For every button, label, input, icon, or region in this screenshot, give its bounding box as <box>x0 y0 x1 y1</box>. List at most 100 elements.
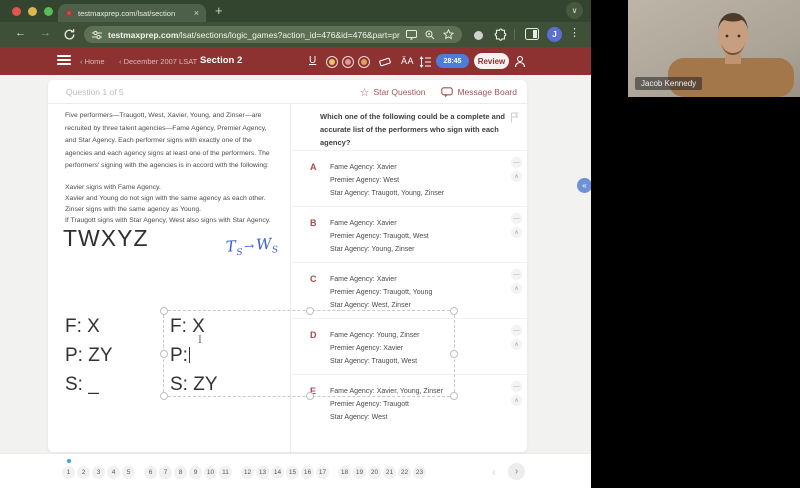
question-number-13[interactable]: 13 <box>256 466 269 479</box>
breadcrumb-test[interactable]: ‹ December 2007 LSAT <box>119 57 197 66</box>
previous-question-button[interactable]: ‹ <box>492 465 496 479</box>
question-number-21[interactable]: 21 <box>383 466 396 479</box>
question-number-14[interactable]: 14 <box>271 466 284 479</box>
selection-handle[interactable] <box>306 307 314 315</box>
selection-handle[interactable] <box>160 350 168 358</box>
timer-badge[interactable]: 28:45 <box>436 54 469 68</box>
restore-choice-button[interactable]: ∧ <box>511 227 522 238</box>
profile-avatar[interactable]: J <box>547 27 562 42</box>
eliminate-choice-button[interactable]: — <box>511 157 522 168</box>
url-bar[interactable]: testmaxprep.com/lsat/sections/logic_game… <box>84 26 462 43</box>
navbar-divider <box>514 29 515 40</box>
question-number-8[interactable]: 8 <box>174 466 187 479</box>
selection-handle[interactable] <box>306 392 314 400</box>
line-spacing-icon[interactable] <box>419 56 432 68</box>
breadcrumb-home[interactable]: ‹ Home <box>80 57 105 66</box>
cast-icon[interactable] <box>406 29 417 40</box>
font-size-button[interactable]: ÄA <box>401 56 414 66</box>
browser-navbar: ← → testmaxprep.com/lsat/sections/logic_… <box>0 22 591 47</box>
selection-handle[interactable] <box>450 392 458 400</box>
question-number-17[interactable]: 17 <box>316 466 329 479</box>
question-number-15[interactable]: 15 <box>286 466 299 479</box>
webcam-video: Jacob Kennedy <box>628 0 800 97</box>
selection-handle[interactable] <box>450 350 458 358</box>
highlighter-yellow-button[interactable] <box>326 56 338 68</box>
review-button[interactable]: Review <box>474 53 509 69</box>
question-number-10[interactable]: 10 <box>204 466 217 479</box>
question-number-2[interactable]: 2 <box>77 466 90 479</box>
eliminate-choice-button[interactable]: — <box>511 269 522 280</box>
minimize-window-button[interactable] <box>28 7 37 16</box>
tab-strip: testmaxprep.com/lsat/section × + ∨ <box>0 0 591 22</box>
close-window-button[interactable] <box>12 7 21 16</box>
answer-choice-a[interactable]: A Fame Agency: Xavier Premier Agency: We… <box>290 150 527 206</box>
zoom-icon[interactable] <box>425 30 435 40</box>
zoom-window-button[interactable] <box>44 7 53 16</box>
site-favicon-icon <box>65 9 73 17</box>
side-panel-icon[interactable] <box>525 28 539 40</box>
browser-menu-icon[interactable]: ⋮ <box>569 26 580 39</box>
text-box-selection[interactable] <box>160 307 458 400</box>
question-number-12[interactable]: 12 <box>241 466 254 479</box>
question-number-20[interactable]: 20 <box>368 466 381 479</box>
collapse-panel-widget[interactable]: « <box>577 178 591 193</box>
bookmark-star-icon[interactable] <box>443 29 454 40</box>
reload-button[interactable] <box>63 28 76 41</box>
message-board-button[interactable]: Message Board <box>441 86 517 98</box>
restore-choice-button[interactable]: ∧ <box>511 395 522 406</box>
rule-line: Zinser signs with the same agency as You… <box>65 205 202 213</box>
roster-note-text[interactable]: TWXYZ <box>63 225 149 252</box>
question-number-9[interactable]: 9 <box>189 466 202 479</box>
site-settings-icon[interactable] <box>92 30 102 40</box>
question-number-19[interactable]: 19 <box>353 466 366 479</box>
answer-choice-b[interactable]: B Fame Agency: Xavier Premier Agency: Tr… <box>290 206 527 262</box>
browser-tab[interactable]: testmaxprep.com/lsat/section × <box>58 4 206 22</box>
underline-tool-button[interactable]: U <box>309 55 316 66</box>
scratch-note-left[interactable]: F: X P: ZY S: _ <box>65 312 113 399</box>
eliminate-choice-button[interactable]: — <box>511 213 522 224</box>
question-navigation-bar: 1 2 3 4 5 6 7 8 9 10 11 12 13 14 15 16 17 18 19 20 21 22 23 ‹ … <box>0 453 591 488</box>
highlighter-orange-button[interactable] <box>358 56 370 68</box>
selection-handle[interactable] <box>160 392 168 400</box>
screen: testmaxprep.com/lsat/section × + ∨ ← → t… <box>0 0 800 488</box>
extensions-puzzle-icon[interactable] <box>494 28 507 41</box>
handwritten-rule-annotation[interactable]: TS→WS <box>225 234 278 259</box>
forward-button[interactable]: → <box>40 27 51 39</box>
next-question-button[interactable]: › <box>508 463 525 480</box>
url-path: /lsat/sections/logic_games?action_id=476… <box>178 29 400 40</box>
question-number-6[interactable]: 6 <box>144 466 157 479</box>
account-icon[interactable] <box>514 55 526 68</box>
tab-close-icon[interactable]: × <box>194 8 199 18</box>
new-tab-button[interactable]: + <box>215 3 223 18</box>
question-number-3[interactable]: 3 <box>92 466 105 479</box>
question-number-1[interactable]: 1 <box>62 459 75 479</box>
menu-hamburger-icon[interactable] <box>57 55 71 68</box>
restore-choice-button[interactable]: ∧ <box>511 171 522 182</box>
eliminate-choice-button[interactable]: — <box>511 325 522 336</box>
eliminate-choice-button[interactable]: — <box>511 381 522 392</box>
passage-rules: Xavier signs with Fame Agency. Xavier an… <box>65 183 280 227</box>
selection-handle[interactable] <box>160 307 168 315</box>
question-stem: Which one of the following could be a co… <box>320 112 506 148</box>
question-number-4[interactable]: 4 <box>107 466 120 479</box>
restore-choice-button[interactable]: ∧ <box>511 339 522 350</box>
back-button[interactable]: ← <box>15 27 26 39</box>
eraser-icon[interactable] <box>378 56 392 68</box>
tab-search-chevron-icon[interactable]: ∨ <box>566 2 583 19</box>
question-card: Question 1 of 5 ☆ Star Question Message … <box>48 80 527 452</box>
highlighter-pink-button[interactable] <box>342 56 354 68</box>
question-number-22[interactable]: 22 <box>398 466 411 479</box>
star-question-button[interactable]: ☆ Star Question <box>360 86 426 99</box>
pagination: 1 2 3 4 5 6 7 8 9 10 11 12 13 14 15 16 17 18 19 20 21 22 23 <box>62 459 426 479</box>
extension-icon[interactable] <box>474 31 483 40</box>
restore-choice-button[interactable]: ∧ <box>511 283 522 294</box>
question-number-23[interactable]: 23 <box>413 466 426 479</box>
question-number-18[interactable]: 18 <box>338 466 351 479</box>
question-number-5[interactable]: 5 <box>122 466 135 479</box>
selection-handle[interactable] <box>450 307 458 315</box>
question-number-11[interactable]: 11 <box>219 466 232 479</box>
question-number-7[interactable]: 7 <box>159 466 172 479</box>
question-number-16[interactable]: 16 <box>301 466 314 479</box>
flag-icon[interactable] <box>510 112 519 123</box>
star-icon: ☆ <box>359 86 370 99</box>
